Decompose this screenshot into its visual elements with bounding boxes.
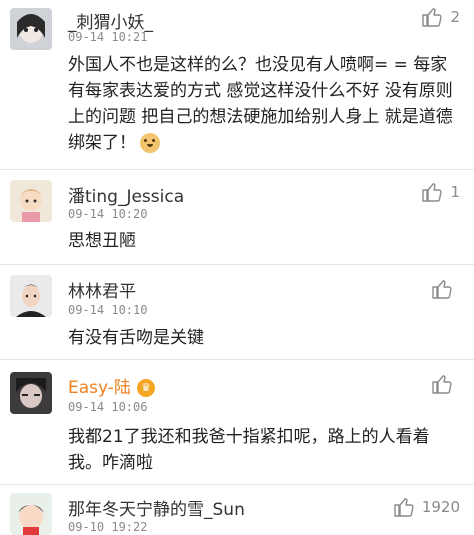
comment-item: 潘ting_Jessica 09-14 10:20 1 思想丑陋 [0,170,474,265]
like-count: 1920 [421,498,460,516]
comment-item: 那年冬天宁静的雪_Sun 09-10 19:22 1920 [0,485,474,535]
timestamp: 09-14 10:06 [68,400,148,414]
comment-item: 林林君平 09-14 10:10 有没有舌吻是关键 [0,265,474,360]
like-button[interactable]: 1920 [392,495,460,519]
thumbs-up-icon [394,498,414,517]
comment-text: 有没有舌吻是关键 [68,328,204,348]
avatar[interactable] [10,493,52,535]
like-button[interactable]: 2 [420,5,460,29]
timestamp: 09-14 10:20 [68,207,148,221]
timestamp: 09-14 10:10 [68,303,148,317]
timestamp: 09-10 19:22 [68,520,148,534]
username[interactable]: 林林君平 [68,277,136,302]
comment-item: _刺猬小妖_ 09-14 10:21 2 外国人不也是这样的么？也没见有人喷啊=… [0,0,474,170]
comment-text: 思想丑陋 [68,231,136,251]
thumbs-up-icon [432,280,452,299]
username[interactable]: Easy-陆 ♛ [68,373,155,398]
like-button[interactable] [430,277,460,301]
avatar[interactable] [10,180,52,222]
comment-item: Easy-陆 ♛ 09-14 10:06 我都21了我还和我爸十指紧扣呢，路上的人… [0,360,474,485]
thumbs-up-icon [432,375,452,394]
like-button[interactable] [430,372,460,396]
comment-feed: _刺猬小妖_ 09-14 10:21 2 外国人不也是这样的么？也没见有人喷啊=… [0,0,474,535]
thumbs-up-icon [422,183,443,202]
username-text: Easy-陆 [68,378,131,398]
doge-emoji [140,133,160,153]
thumbs-up-icon [422,8,443,27]
comment-text-body: 外国人不也是这样的么？也没见有人喷啊= = 每家有每家表达爱的方式 感觉这样没什… [68,55,453,153]
username[interactable]: 潘ting_Jessica [68,182,184,207]
like-button[interactable]: 1 [420,180,460,204]
timestamp: 09-14 10:21 [68,30,148,44]
avatar[interactable] [10,275,52,317]
like-count: 1 [450,183,460,201]
vip-badge: ♛ [136,379,155,397]
avatar[interactable] [10,372,52,414]
username[interactable]: 那年冬天宁静的雪_Sun [68,495,245,520]
like-count: 2 [450,8,460,26]
comment-text: 外国人不也是这样的么？也没见有人喷啊= = 每家有每家表达爱的方式 感觉这样没什… [68,52,460,156]
comment-text: 我都21了我还和我爸十指紧扣呢，路上的人看着我。咋滴啦 [68,427,430,473]
avatar[interactable] [10,8,52,50]
